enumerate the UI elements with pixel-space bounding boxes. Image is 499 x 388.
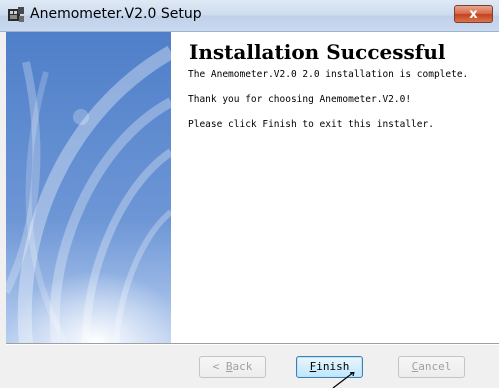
title-bar[interactable]: Anemometer.V2.0 Setup x [0,0,499,32]
cancel-button[interactable]: Cancel [398,356,465,378]
banner-swirl-graphic [6,32,171,343]
back-label-rest: ack [232,360,253,373]
setup-window: Anemometer.V2.0 Setup x Installation Suc… [0,0,499,388]
back-button[interactable]: < Back [199,356,266,378]
close-button[interactable]: x [454,5,493,23]
back-prefix: < [212,360,226,373]
page-heading: Installation Successful [189,40,446,64]
side-banner-image [6,32,171,343]
thanks-message: Thank you for choosing Anemometer.V2.0! [188,94,412,105]
complete-message: The Anemometer.V2.0 2.0 installation is … [188,69,469,80]
footer-divider [6,343,499,345]
mouse-cursor-icon [332,372,355,388]
window-title: Anemometer.V2.0 Setup [30,6,202,22]
app-icon [8,7,24,22]
content-area: Installation Successful The Anemometer.V… [171,32,499,343]
cancel-label-rest: ancel [418,360,452,373]
finish-instruction: Please click Finish to exit this install… [188,119,434,130]
back-mnemonic: B [225,360,233,373]
